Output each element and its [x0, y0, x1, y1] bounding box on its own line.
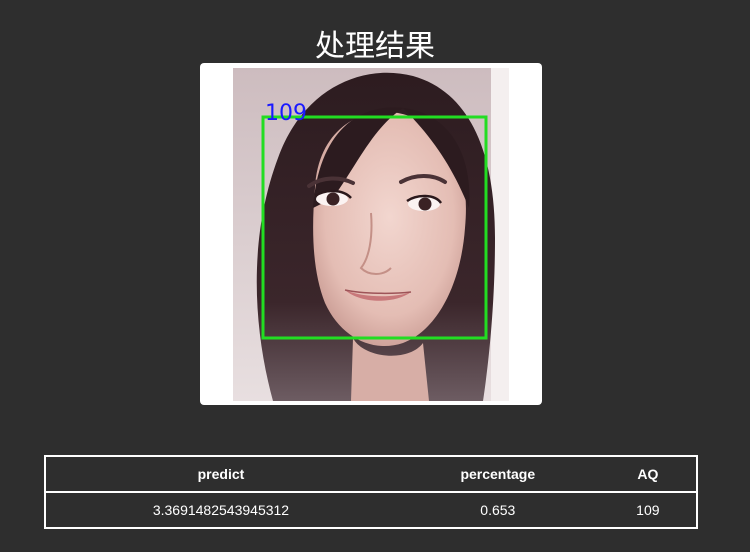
header-aq: AQ	[599, 455, 697, 493]
result-image-card: 109	[200, 63, 542, 405]
page-title: 处理结果	[315, 29, 435, 65]
header-percentage: percentage	[395, 455, 600, 493]
face-photo: 109	[233, 68, 509, 401]
table-header-row: predict percentage AQ	[45, 455, 697, 493]
cell-aq: 109	[599, 491, 697, 529]
cell-percentage: 0.653	[395, 491, 600, 529]
result-page: 处理结果 109 predict percentage AQ 3.3691482…	[0, 0, 750, 552]
cell-predict: 3.3691482543945312	[45, 491, 396, 529]
header-predict: predict	[45, 455, 396, 493]
results-table: predict percentage AQ 3.3691482543945312…	[44, 455, 698, 529]
face-detection-label: 109	[265, 101, 307, 126]
table-row: 3.3691482543945312 0.653 109	[45, 491, 697, 529]
